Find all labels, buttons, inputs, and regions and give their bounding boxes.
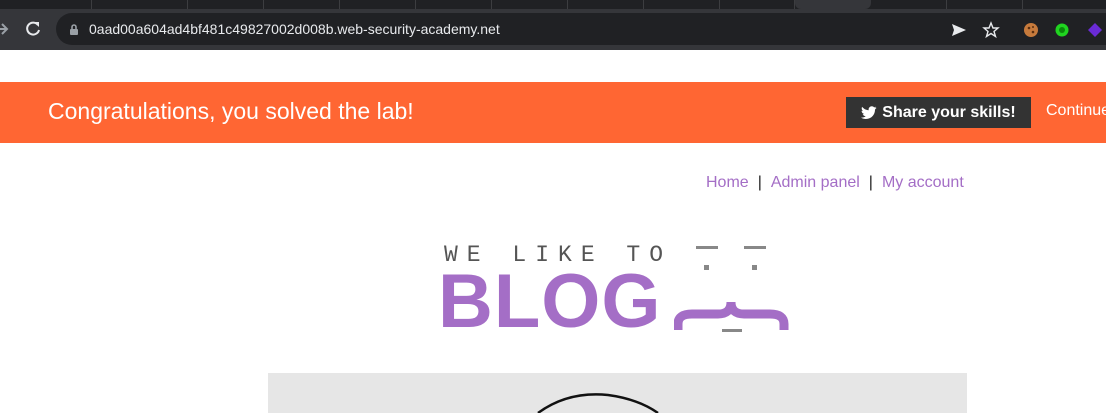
nav-admin-panel-link[interactable]: Admin panel [771,174,860,191]
browser-tab[interactable] [720,0,795,9]
banner-title: Congratulations, you solved the lab! [48,98,414,124]
share-skills-label: Share your skills! [882,103,1016,121]
lock-icon[interactable] [68,23,80,36]
post-image-sketch [537,393,659,413]
reload-icon[interactable] [24,19,42,39]
browser-tab[interactable] [264,0,340,9]
send-icon[interactable] [950,21,968,39]
browser-tab[interactable] [644,0,720,9]
cookie-extension-icon[interactable] [1022,21,1040,39]
share-skills-button[interactable]: Share your skills! [846,97,1031,128]
logo-wordmark: BLOG [438,259,662,344]
twitter-icon [861,105,877,119]
nav-separator: | [757,174,762,191]
purple-extension-icon[interactable] [1086,21,1104,39]
browser-tab[interactable] [340,0,416,9]
browser-tab-strip [0,0,1106,9]
lab-solved-banner: Congratulations, you solved the lab! Sha… [0,82,1106,143]
green-extension-icon[interactable] [1053,21,1071,39]
browser-tab[interactable] [947,0,1023,9]
browser-tab[interactable] [492,0,568,9]
browser-tab[interactable] [871,0,947,9]
nav-home-link[interactable]: Home [706,174,749,191]
browser-tab[interactable] [0,0,92,9]
browser-tab[interactable] [188,0,264,9]
site-logo: WE LIKE TO BLOG [438,238,798,344]
nav-separator: | [868,174,873,191]
continue-link[interactable]: Continue [1046,102,1106,120]
top-nav: Home | Admin panel | My account [706,174,964,192]
active-browser-tab[interactable] [795,0,871,9]
nav-my-account-link[interactable]: My account [882,174,964,191]
url-text[interactable]: 0aad00a604ad4bf481c49827002d008b.web-sec… [89,21,500,37]
bookmark-star-icon[interactable] [982,21,1000,39]
post-image[interactable] [268,373,967,413]
browser-tab[interactable] [568,0,644,9]
browser-tab[interactable] [416,0,492,9]
logo-face-icon [674,246,789,332]
browser-tab[interactable] [92,0,188,9]
browser-toolbar: 0aad00a604ad4bf481c49827002d008b.web-sec… [0,9,1106,50]
forward-icon[interactable] [0,20,10,38]
address-bar[interactable]: 0aad00a604ad4bf481c49827002d008b.web-sec… [56,13,1106,45]
